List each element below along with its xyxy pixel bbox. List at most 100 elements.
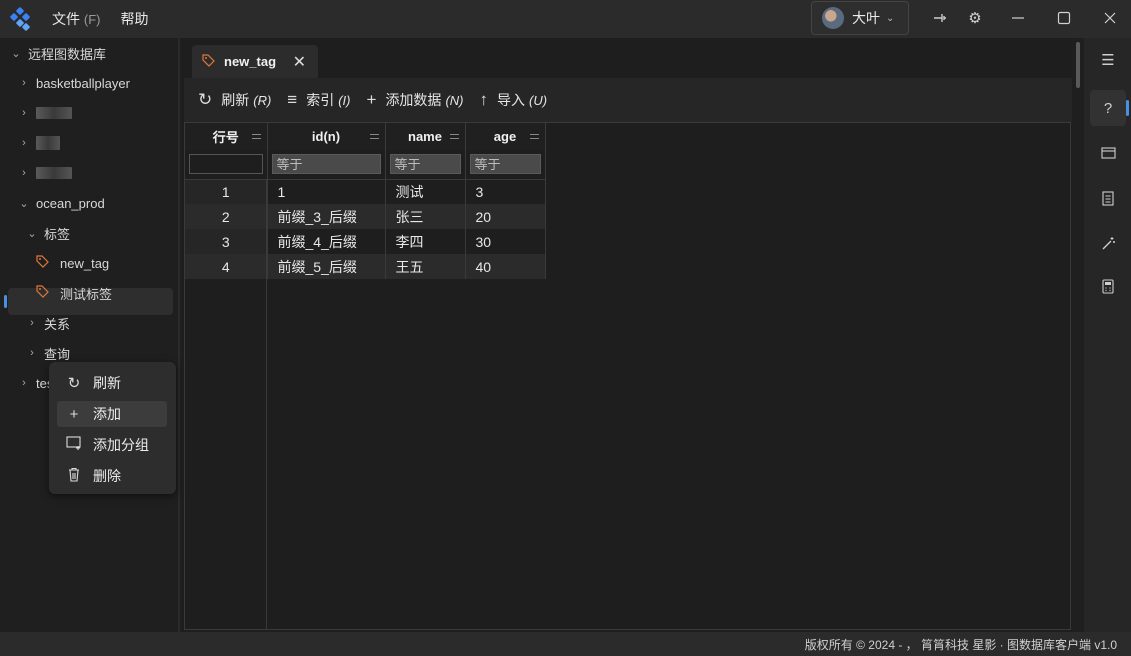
tree-item-basketballplayer[interactable]: › basketballplayer	[18, 70, 130, 96]
tree-root-label: 远程图数据库	[28, 46, 107, 62]
chevron-down-icon: ⌄	[27, 227, 37, 240]
menu-help[interactable]: 帮助	[121, 9, 149, 29]
filter-cell-age: 等于	[465, 150, 546, 180]
calculator-icon[interactable]	[1090, 268, 1126, 304]
index-button[interactable]: ≡ 索引 (I)	[287, 90, 350, 110]
age-cell[interactable]: 20	[465, 204, 546, 229]
id-cell[interactable]: 前缀_5_后缀	[267, 254, 386, 279]
context-menu-add-group[interactable]: 添加分组	[57, 432, 167, 458]
refresh-label: 刷新	[221, 92, 250, 108]
redacted-label	[36, 136, 60, 150]
menu-help-label: 帮助	[120, 11, 149, 27]
magic-wand-icon[interactable]	[1090, 225, 1126, 261]
row-number-cell: 2	[185, 204, 268, 229]
trash-icon	[65, 467, 83, 486]
card-icon[interactable]	[1090, 135, 1126, 171]
table-row[interactable]: 1 1 测试 3	[185, 179, 546, 204]
tab-label: new_tag	[224, 54, 277, 69]
add-data-button[interactable]: + 添加数据 (N)	[367, 90, 464, 110]
close-icon[interactable]: ✕	[293, 52, 306, 72]
close-icon[interactable]	[1100, 8, 1120, 28]
context-menu-refresh[interactable]: ↻ 刷新	[57, 370, 167, 396]
column-menu-icon[interactable]	[251, 134, 261, 139]
column-menu-icon[interactable]	[449, 134, 459, 139]
name-cell[interactable]: 张三	[385, 204, 466, 229]
table-row[interactable]: 4 前缀_5_后缀 王五 40	[185, 254, 546, 279]
age-cell[interactable]: 30	[465, 229, 546, 254]
tag-icon	[36, 285, 50, 301]
plus-icon: +	[366, 90, 377, 109]
refresh-icon: ↻	[67, 375, 81, 392]
column-header-age[interactable]: age	[465, 123, 546, 150]
data-grid: 行号 id(n) name age 等于 等于 等于 1 1 测试 3 2 前缀…	[184, 122, 1071, 630]
table-row[interactable]: 3 前缀_4_后缀 李四 30	[185, 229, 546, 254]
column-menu-icon[interactable]	[369, 134, 379, 139]
tree-item-label: 关系	[44, 316, 71, 332]
id-cell[interactable]: 前缀_4_后缀	[267, 229, 386, 254]
name-cell[interactable]: 王五	[385, 254, 466, 279]
column-header-name[interactable]: name	[385, 123, 466, 150]
avatar	[822, 7, 844, 29]
refresh-icon: ↻	[198, 90, 213, 109]
import-button[interactable]: ↑ 导入 (U)	[479, 90, 547, 110]
document-icon[interactable]	[1090, 180, 1126, 216]
filter-cell-id: 等于	[267, 150, 386, 180]
add-group-icon	[65, 436, 83, 454]
tree-item-test-tag[interactable]: 测试标签	[36, 280, 112, 306]
table-row[interactable]: 2 前缀_3_后缀 张三 20	[185, 204, 546, 229]
context-menu-delete[interactable]: 删除	[57, 463, 167, 489]
filter-input-age[interactable]: 等于	[469, 154, 541, 175]
menu-file-label: 文件	[52, 11, 80, 27]
id-cell[interactable]: 1	[267, 179, 386, 204]
tree-item-tags[interactable]: ⌄ 标签	[26, 220, 70, 246]
minimize-icon[interactable]	[1008, 8, 1028, 28]
filter-input-name[interactable]: 等于	[389, 154, 461, 175]
tree-item-label: 测试标签	[60, 286, 113, 302]
tree-item-hidden-3[interactable]: ›	[18, 160, 72, 186]
id-cell[interactable]: 前缀_3_后缀	[267, 204, 386, 229]
context-menu-label: 添加分组	[93, 437, 149, 453]
age-cell[interactable]: 40	[465, 254, 546, 279]
menu-icon[interactable]: ☰	[1090, 42, 1126, 78]
right-tool-rail: ☰ ?	[1084, 38, 1131, 632]
vertical-scrollbar[interactable]	[1076, 42, 1080, 88]
tree-item-label: ocean_prod	[36, 195, 105, 211]
tree-item-hidden-2[interactable]: ›	[18, 130, 60, 156]
refresh-button[interactable]: ↻ 刷新 (R)	[198, 90, 271, 110]
context-menu-label: 刷新	[93, 375, 121, 391]
column-header-id[interactable]: id(n)	[267, 123, 386, 150]
tree-item-label: new_tag	[60, 255, 110, 271]
plus-icon: +	[69, 405, 79, 423]
row-number-cell: 1	[185, 179, 268, 204]
chevron-right-icon: ›	[22, 107, 26, 119]
status-bar: 版权所有 © 2024 - ， 筲筲科技 星影 · 图数据库客户端 v1.0	[0, 632, 1131, 656]
tab-new-tag[interactable]: new_tag ✕	[192, 45, 318, 78]
tree-item-relations[interactable]: › 关系	[26, 310, 70, 336]
tree-root[interactable]: ⌄ 远程图数据库	[10, 40, 106, 66]
tree-item-label: 查询	[44, 346, 71, 362]
tree-item-ocean-prod[interactable]: ⌄ ocean_prod	[18, 190, 105, 216]
tree-item-label: basketballplayer	[36, 75, 130, 91]
column-header-label: 行号	[212, 130, 239, 145]
name-cell[interactable]: 李四	[385, 229, 466, 254]
tree-item-hidden-1[interactable]: ›	[18, 100, 72, 126]
column-header-label: age	[493, 129, 517, 144]
import-label: 导入	[496, 92, 525, 108]
age-cell[interactable]: 3	[465, 179, 546, 204]
column-menu-icon[interactable]	[529, 134, 539, 139]
column-header-row-number[interactable]: 行号	[185, 123, 268, 150]
chevron-right-icon: ›	[30, 317, 34, 329]
maximize-icon[interactable]	[1054, 8, 1074, 28]
chevron-down-icon: ⌄	[19, 197, 29, 210]
menu-file[interactable]: 文件 (F)	[52, 9, 101, 29]
filter-input-id[interactable]: 等于	[271, 154, 381, 175]
user-dropdown[interactable]: 大叶 ⌄	[811, 1, 909, 35]
settings-gear-icon[interactable]: ⚙	[965, 8, 985, 28]
filter-input-row-number[interactable]	[189, 154, 263, 175]
name-cell[interactable]: 测试	[385, 179, 466, 204]
pin-icon[interactable]	[930, 8, 950, 28]
sidebar-divider[interactable]	[178, 38, 180, 632]
context-menu-add[interactable]: + 添加	[57, 401, 167, 427]
tree-item-new-tag[interactable]: new_tag	[36, 250, 109, 276]
help-icon[interactable]: ?	[1090, 90, 1126, 126]
